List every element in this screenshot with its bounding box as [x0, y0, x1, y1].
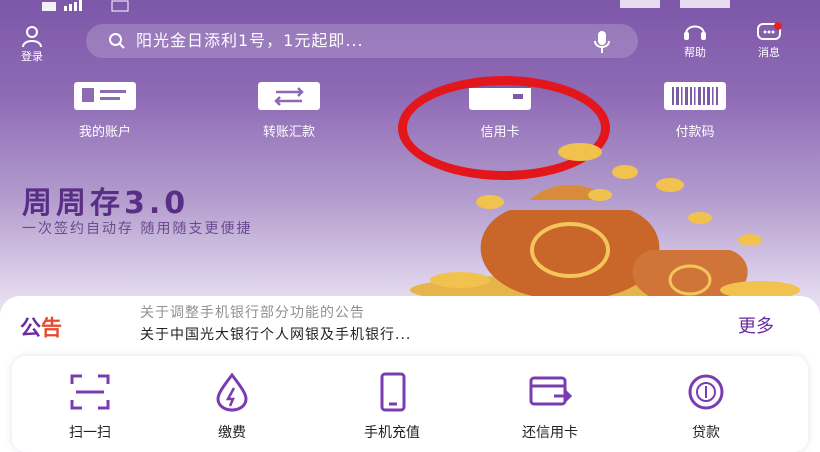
notice-tag: 公告	[20, 312, 62, 342]
user-icon	[22, 26, 42, 48]
service-label: 手机充值	[364, 425, 420, 441]
service-scan[interactable]: 扫一扫	[30, 366, 150, 446]
message-button[interactable]: 消息	[744, 20, 794, 66]
search-placeholder: 阳光金日添利1号，1元起即...	[136, 31, 364, 50]
notice-line-2[interactable]: 关于中国光大银行个人网银及手机银行...	[140, 324, 411, 344]
transfer-icon	[258, 82, 320, 110]
microphone-icon[interactable]	[594, 30, 610, 54]
quick-item-transfer[interactable]: 转账汇款	[214, 78, 364, 148]
scan-icon	[70, 374, 110, 410]
services-panel: 扫一扫 缴费 手机充值 还信用卡 贷款	[12, 356, 808, 452]
unread-dot	[774, 22, 782, 30]
money-bag-illustration	[410, 143, 800, 306]
service-payment[interactable]: 缴费	[172, 366, 292, 446]
notice-more-link[interactable]: 更多	[738, 312, 774, 338]
help-button[interactable]: 帮助	[670, 20, 720, 66]
barcode-icon	[664, 82, 726, 110]
loan-icon	[688, 374, 724, 410]
login-button[interactable]: 登录	[12, 24, 52, 68]
account-card-icon	[74, 82, 136, 110]
login-label: 登录	[21, 50, 43, 63]
service-label: 贷款	[692, 425, 720, 441]
service-label: 还信用卡	[522, 425, 578, 441]
search-icon	[109, 33, 125, 49]
service-label: 扫一扫	[69, 425, 111, 441]
quick-item-my-account[interactable]: 我的账户	[30, 78, 180, 148]
service-phone-topup[interactable]: 手机充值	[332, 366, 452, 446]
notice-bar[interactable]: 公告 关于调整手机银行部分功能的公告 关于中国光大银行个人网银及手机银行... …	[0, 296, 820, 360]
repay-card-icon	[529, 376, 572, 406]
quick-item-label: 我的账户	[78, 125, 131, 140]
battery-clock-icon	[620, 0, 730, 8]
notice-tag-part1: 公	[20, 316, 41, 340]
phone-topup-icon	[380, 372, 406, 412]
quick-item-label: 转账汇款	[262, 125, 315, 140]
notice-line-1[interactable]: 关于调整手机银行部分功能的公告	[140, 302, 365, 322]
top-bar: 登录 阳光金日添利1号，1元起即... 帮助 消息	[0, 18, 820, 66]
service-label: 缴费	[218, 425, 246, 441]
status-bar	[0, 0, 820, 16]
headset-icon	[684, 25, 706, 40]
quick-item-payment-code[interactable]: 付款码	[620, 78, 770, 148]
service-repay-card[interactable]: 还信用卡	[490, 366, 610, 446]
payment-drop-icon	[216, 372, 248, 412]
notice-tag-part2: 告	[41, 316, 62, 340]
quick-item-label: 付款码	[675, 125, 715, 140]
promo-title[interactable]: 周周存3.0	[22, 178, 189, 222]
signal-icon	[42, 0, 129, 12]
service-loan[interactable]: 贷款	[646, 366, 766, 446]
help-label: 帮助	[684, 46, 706, 59]
promo-subtitle: 一次签约自动存 随用随支更便捷	[22, 221, 253, 237]
message-label: 消息	[758, 46, 780, 59]
search-bar[interactable]: 阳光金日添利1号，1元起即...	[86, 24, 638, 58]
